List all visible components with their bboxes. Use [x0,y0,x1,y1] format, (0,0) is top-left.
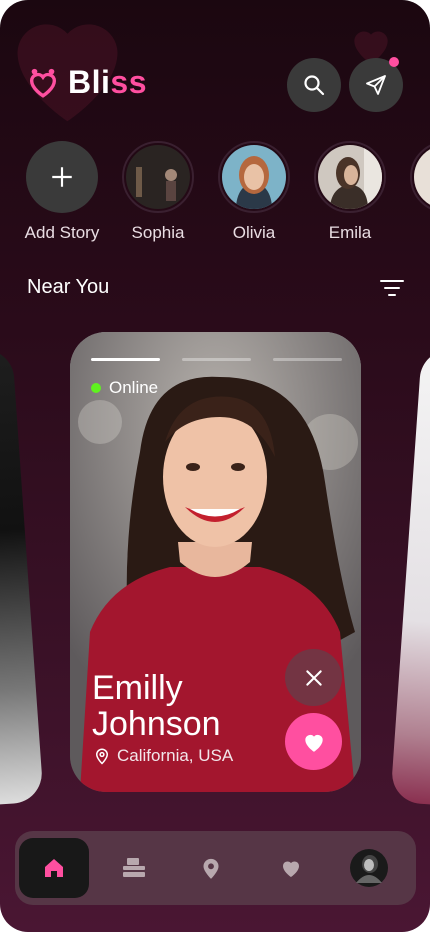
logo-text: Bliss [68,64,147,100]
filter-icon[interactable] [380,279,404,297]
story-label: Olivia [232,223,276,242]
dismiss-button[interactable] [285,649,342,706]
last-name: Johnson [92,705,221,743]
first-name: Emilly [92,669,183,707]
story-progress [273,358,342,361]
send-icon [366,75,386,95]
nav-location[interactable] [176,838,246,898]
app-screen: Bliss Add Story Sophia Olivia Emila Near… [0,0,430,932]
location-pin-icon [95,748,109,765]
story-ring[interactable] [314,141,386,213]
story-sophia[interactable]: Sophia [120,141,196,243]
avatar [414,145,430,209]
location-pin-icon [203,858,219,879]
avatar [222,145,286,209]
previous-profile-card[interactable] [0,347,44,808]
online-dot [91,383,101,393]
story-ring[interactable] [122,141,194,213]
story-label: Sophia [131,223,185,242]
story-emila[interactable]: Emila [312,141,388,243]
close-icon [305,669,322,686]
next-profile-card[interactable] [390,347,430,808]
avatar [318,145,382,209]
story-ring[interactable] [410,141,430,213]
nav-profile[interactable] [334,838,404,898]
add-story-button[interactable] [26,141,98,213]
heart-icon [304,734,323,752]
story-partial[interactable]: Ca [408,141,430,243]
send-button[interactable] [349,57,403,112]
story-progress-active [91,358,160,361]
location-text: California, USA [117,746,234,765]
avatar [126,145,190,209]
search-icon [304,75,325,96]
like-button[interactable] [285,713,342,770]
profile-avatar [350,849,388,887]
cards-icon [123,858,145,877]
section-title: Near You [27,276,110,298]
profile-name: Emilly Johnson [92,670,292,742]
nav-home[interactable] [19,838,89,898]
story-label: Add Story [24,223,100,242]
home-icon [45,859,63,877]
online-status: Online [91,378,158,398]
notification-dot [389,57,399,67]
heart-icon [283,861,299,877]
plus-icon [52,167,72,187]
profile-location: California, USA [93,746,233,766]
logo-heart-icon [29,68,57,98]
app-logo: Bliss [26,64,147,101]
story-ring[interactable] [218,141,290,213]
nav-likes[interactable] [256,838,326,898]
stories-row: Add Story Sophia Olivia Emila Ca [24,141,430,243]
story-label: Emila [328,223,372,242]
online-label: Online [109,378,159,397]
bottom-nav [15,831,416,905]
search-button[interactable] [287,58,341,112]
story-olivia[interactable]: Olivia [216,141,292,243]
nav-cards[interactable] [99,838,169,898]
story-add[interactable]: Add Story [24,141,100,243]
story-progress [182,358,251,361]
